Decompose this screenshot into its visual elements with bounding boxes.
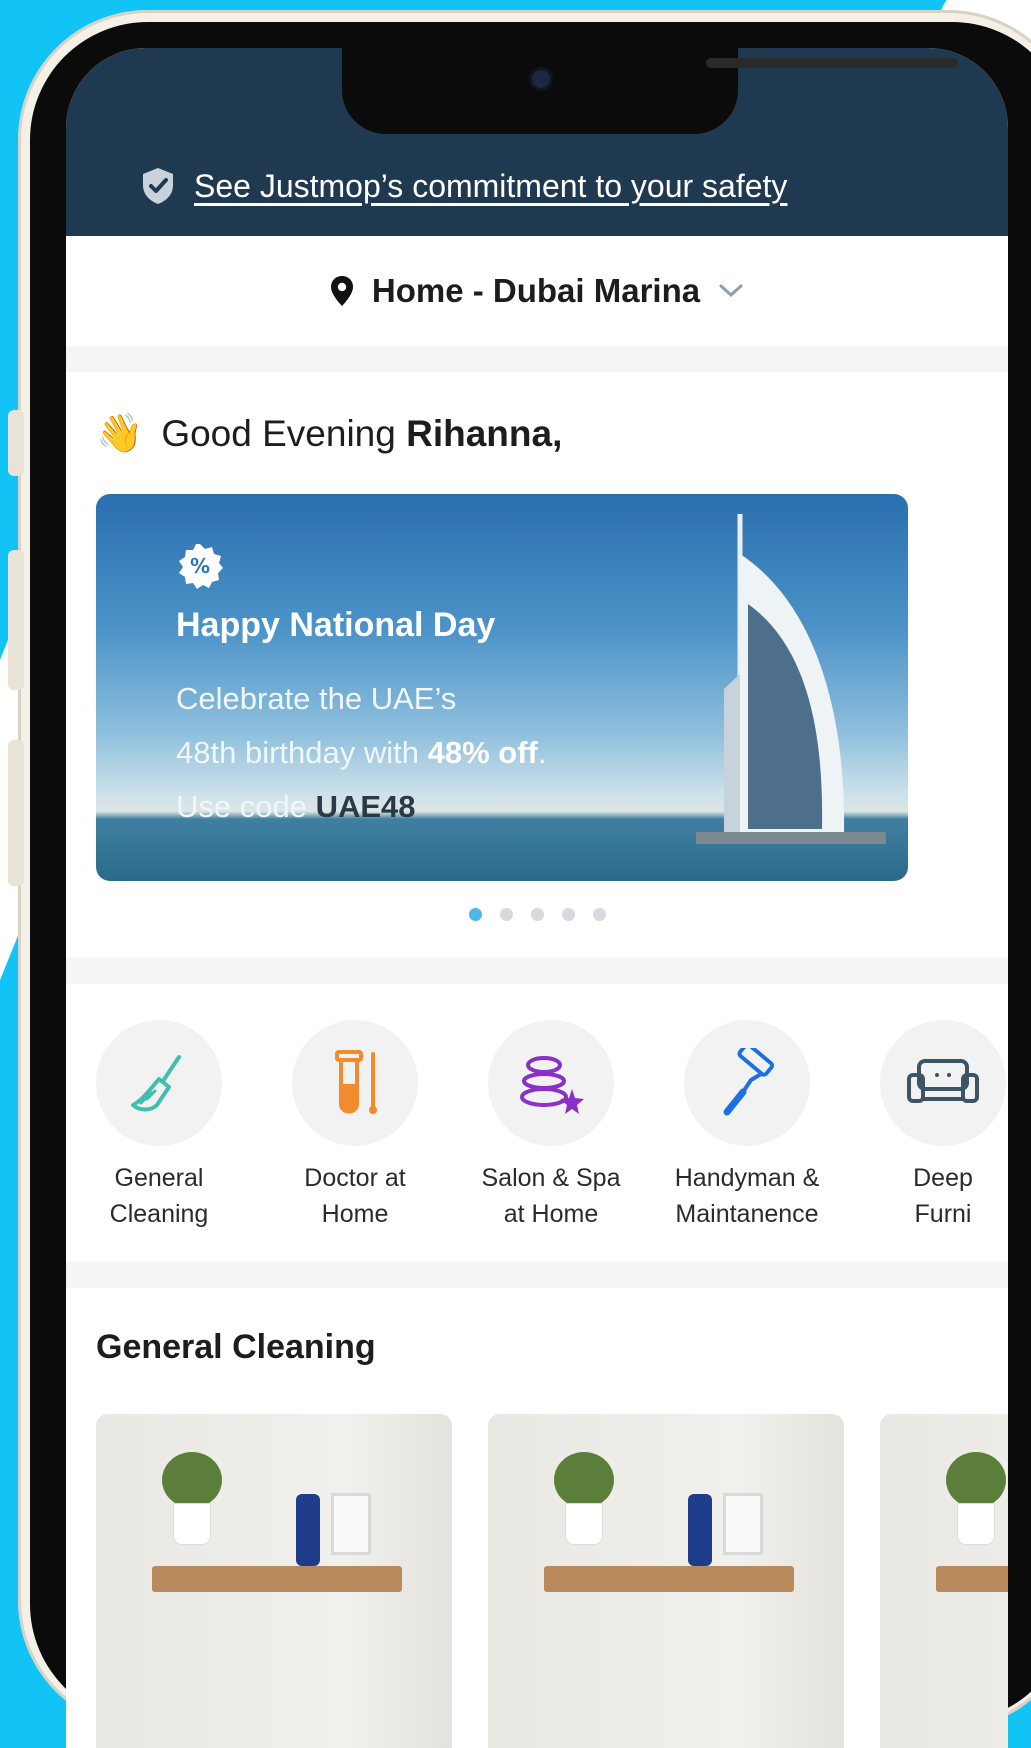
promo-line-1: Celebrate the UAE’s <box>176 681 457 716</box>
category-salon-spa[interactable]: Salon & Spa at Home <box>482 1020 621 1232</box>
pot-image <box>566 1504 602 1544</box>
category-label: Handyman & Maintanence <box>674 1164 820 1228</box>
service-cards <box>96 1414 1008 1748</box>
service-card[interactable] <box>96 1414 452 1748</box>
spa-stones-icon <box>520 1056 584 1114</box>
broom-icon <box>131 1055 181 1112</box>
section-divider <box>66 958 1008 984</box>
greeting-text: Good Evening <box>161 413 396 454</box>
plant-image <box>554 1452 614 1508</box>
promo-code-prefix: Use code <box>176 789 307 824</box>
promo-description: Celebrate the UAE’s 48th birthday with 4… <box>176 672 546 834</box>
vase-image <box>296 1494 320 1566</box>
category-icon-circle <box>96 1020 222 1146</box>
frame-image <box>726 1496 760 1552</box>
shelf-image <box>152 1566 402 1592</box>
promo-line-2: 48th birthday with 48% off. <box>176 726 546 780</box>
phone-side-button <box>8 410 24 476</box>
test-tube-icon <box>335 1050 377 1114</box>
category-icon-circle <box>488 1020 614 1146</box>
shield-check-icon <box>143 168 173 204</box>
chevron-down-icon <box>719 284 743 298</box>
phone-notch <box>342 48 958 134</box>
promo-line-3: Use code UAE48 <box>176 780 546 834</box>
map-pin-icon <box>330 276 353 306</box>
sofa-icon <box>907 1059 979 1103</box>
safety-commitment-link[interactable]: See Justmop’s commitment to your safety <box>194 168 787 205</box>
category-deep-furniture[interactable]: Deep Furni <box>880 1020 1006 1232</box>
promo-discount: 48% off <box>427 735 538 770</box>
phone-side-button <box>8 550 24 690</box>
plant-image <box>946 1452 1006 1508</box>
section-divider <box>66 346 1008 372</box>
carousel-dot[interactable] <box>561 908 575 921</box>
category-icon-circle <box>292 1020 418 1146</box>
category-label: General Cleaning <box>109 1164 209 1228</box>
carousel-dot[interactable] <box>592 908 606 921</box>
plant-image <box>162 1452 222 1508</box>
burj-al-arab-image <box>696 514 886 844</box>
promo-line-2-text: 48th birthday with <box>176 735 419 770</box>
pot-image <box>174 1504 210 1544</box>
promo-title: Happy National Day <box>176 606 496 644</box>
location-selector[interactable]: Home - Dubai Marina <box>66 236 1008 346</box>
carousel-dot[interactable] <box>499 908 513 921</box>
greeting: 👋 Good Evening Rihanna, <box>96 412 562 456</box>
section-divider <box>66 1262 1008 1288</box>
category-icon-circle <box>684 1020 810 1146</box>
service-card[interactable] <box>488 1414 844 1748</box>
shelf-image <box>936 1566 1008 1592</box>
phone-speaker <box>706 58 958 68</box>
category-general-cleaning[interactable]: General Cleaning <box>96 1020 222 1232</box>
service-card[interactable] <box>880 1414 1008 1748</box>
category-label: Salon & Spa at Home <box>481 1164 621 1228</box>
promo-line-2-suffix: . <box>537 735 547 770</box>
shelf-image <box>544 1566 794 1592</box>
category-handyman[interactable]: Handyman & Maintanence <box>675 1020 819 1232</box>
app-screen: See Justmop’s commitment to your safety … <box>66 48 1008 1748</box>
category-icon-circle <box>880 1020 1006 1146</box>
carousel-dot[interactable] <box>530 908 544 921</box>
user-name: Rihanna, <box>406 413 563 454</box>
discount-badge-icon: % <box>179 544 223 589</box>
promo-code: UAE48 <box>315 789 416 824</box>
category-label: Doctor at Home <box>304 1164 406 1228</box>
frame-image <box>334 1496 368 1552</box>
carousel-indicator <box>66 908 1008 921</box>
promo-banner[interactable]: % Happy National Day Celebrate the UAE’s… <box>96 494 908 881</box>
category-doctor-at-home[interactable]: Doctor at Home <box>292 1020 418 1232</box>
carousel-dot[interactable] <box>468 908 482 921</box>
location-label: Home - Dubai Marina <box>371 272 701 309</box>
section-title: General Cleaning <box>96 1328 376 1366</box>
waving-hand-icon: 👋 <box>96 413 144 455</box>
svg-text:%: % <box>190 554 210 578</box>
pot-image <box>958 1504 994 1544</box>
phone-side-button <box>8 740 24 886</box>
safety-link-row[interactable]: See Justmop’s commitment to your safety <box>140 166 787 206</box>
category-list: General Cleaning Doctor at Home Salon & … <box>96 1020 1006 1232</box>
front-camera <box>532 70 550 88</box>
category-label: Deep Furni <box>913 1164 973 1228</box>
vase-image <box>688 1494 712 1566</box>
paint-roller-icon <box>723 1048 775 1116</box>
